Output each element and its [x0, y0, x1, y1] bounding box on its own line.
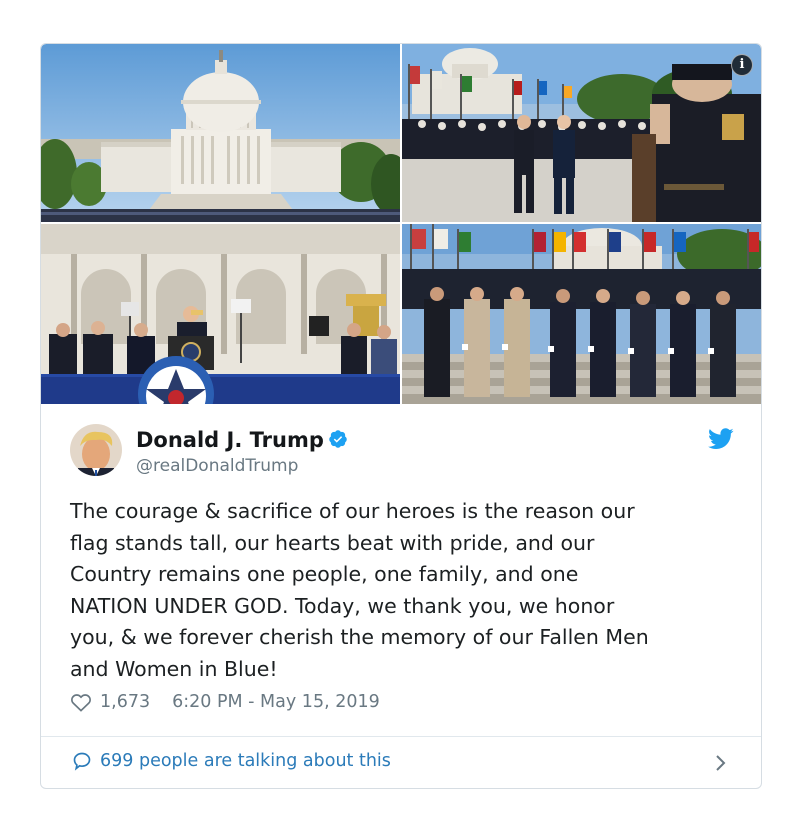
talking-link[interactable]: 699 people are talking about this — [72, 751, 391, 771]
info-icon[interactable]: i — [731, 54, 753, 76]
twitter-bird-icon[interactable] — [708, 428, 734, 450]
talking-label[interactable]: 699 people are talking about this — [100, 751, 391, 771]
avatar[interactable] — [70, 424, 122, 476]
photo-lineup[interactable] — [402, 224, 761, 404]
photo-podium[interactable] — [41, 224, 400, 404]
author-name[interactable]: Donald J. Trump — [136, 428, 348, 452]
tweet-card[interactable]: i Donald J. Trump @realDonaldTrump The c… — [40, 43, 762, 789]
tweet-text: The courage & sacrifice of our heroes is… — [70, 499, 649, 681]
author-handle[interactable]: @realDonaldTrump — [136, 456, 298, 476]
heart-icon[interactable] — [70, 692, 92, 712]
conversation-footer[interactable]: 699 people are talking about this — [41, 737, 761, 788]
speech-bubble-icon — [73, 752, 91, 771]
like-count[interactable]: 1,673 — [100, 692, 150, 712]
tweet-meta: 1,673 6:20 PM - May 15, 2019 — [70, 692, 380, 712]
tweet-header: Donald J. Trump @realDonaldTrump — [70, 424, 734, 484]
photo-procession[interactable]: i — [402, 44, 761, 222]
media-grid[interactable]: i — [41, 44, 761, 404]
verified-badge-icon — [329, 430, 347, 448]
chevron-right-icon[interactable] — [715, 754, 727, 772]
photo-capitol[interactable] — [41, 44, 400, 222]
timestamp[interactable]: 6:20 PM - May 15, 2019 — [172, 692, 380, 712]
author-name-text[interactable]: Donald J. Trump — [136, 428, 324, 452]
